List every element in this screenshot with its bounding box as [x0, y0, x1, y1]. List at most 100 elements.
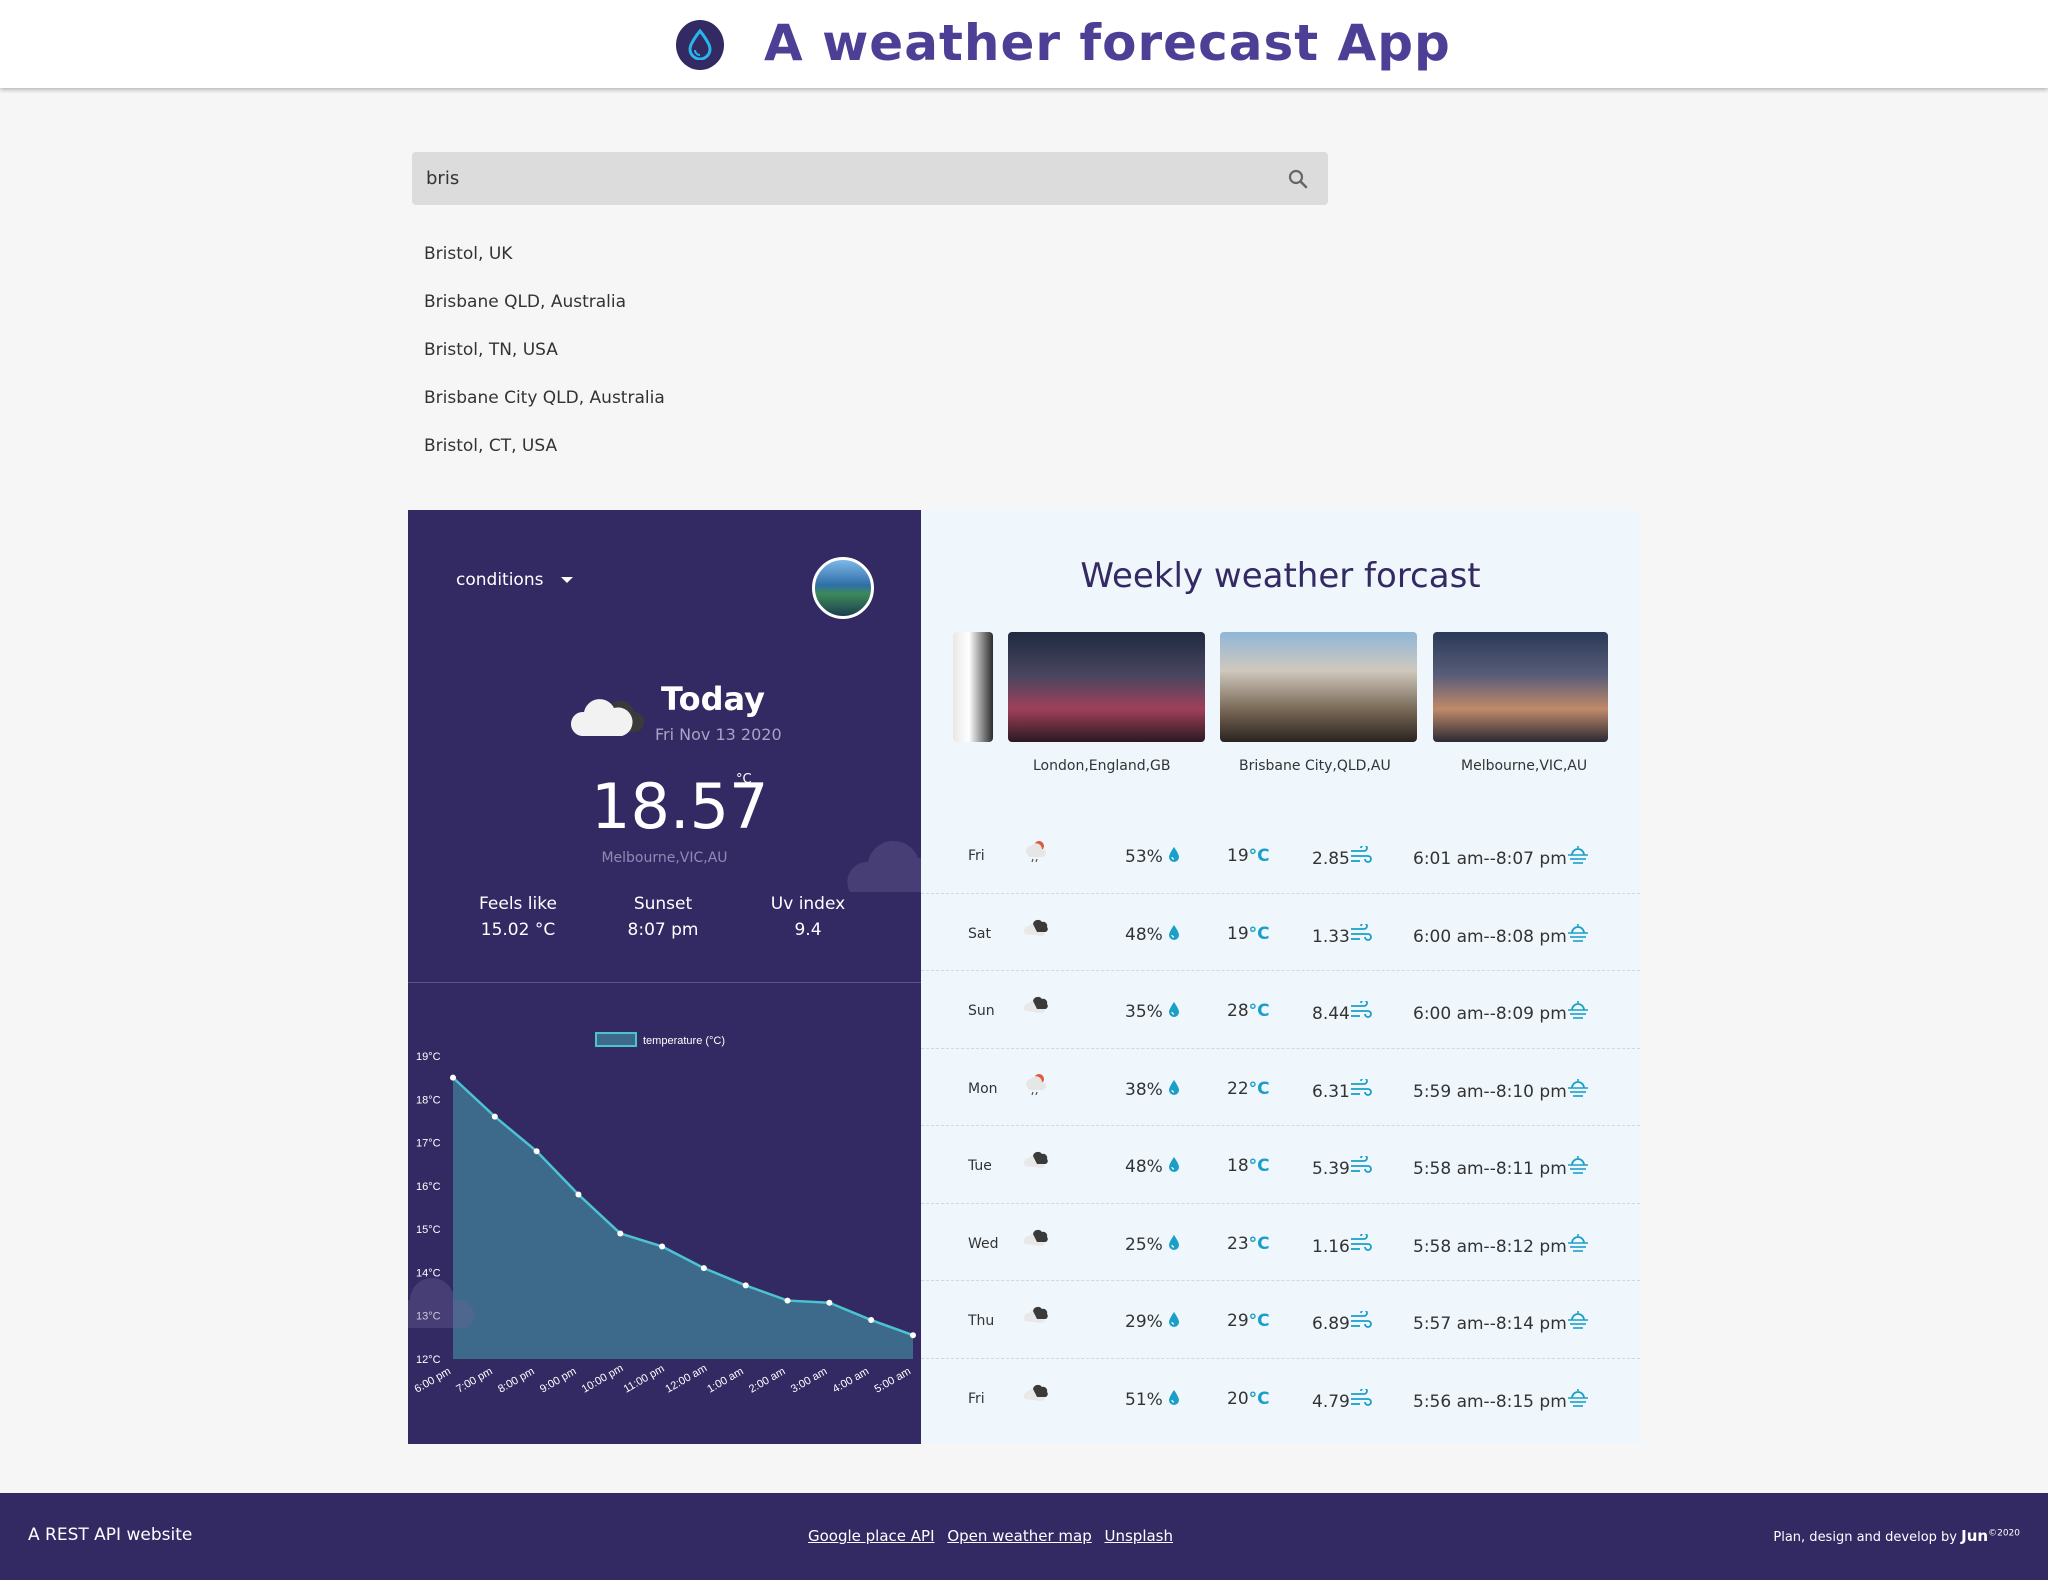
- forecast-sun: 5:58 am--8:12 pm: [1413, 1233, 1589, 1257]
- suggestion-item[interactable]: Bristol, UK: [424, 242, 665, 290]
- suggestion-item[interactable]: Bristol, CT, USA: [424, 434, 665, 482]
- wind-value: 1.33: [1312, 926, 1350, 947]
- temperature-point: [617, 1230, 624, 1237]
- x-tick-label: 8:00 pm: [496, 1365, 536, 1395]
- y-tick-label: 17°C: [416, 1138, 441, 1150]
- conditions-dropdown-label: conditions: [456, 570, 544, 590]
- humidity-drop-icon: [1168, 847, 1180, 867]
- brand-name: Jun: [1961, 1527, 1989, 1545]
- forecast-day: Tue: [968, 1158, 992, 1174]
- google-place-api-link[interactable]: Google place API: [808, 1527, 935, 1545]
- temperature-point: [826, 1299, 833, 1306]
- celsius-icon: °C: [1248, 1388, 1270, 1409]
- background-cloud-icon: [408, 1278, 474, 1328]
- stat-value: 9.4: [794, 920, 822, 940]
- humidity-value: 53%: [1125, 847, 1163, 867]
- sunrise-sunset-value: 5:59 am--8:10 pm: [1413, 1081, 1567, 1102]
- humidity-drop-icon: [1168, 924, 1180, 945]
- forecast-wind: 5.39: [1312, 1154, 1372, 1179]
- forecast-wind: 8.44: [1312, 999, 1372, 1024]
- legend-swatch: [595, 1032, 637, 1047]
- temp-value: 20: [1227, 1388, 1249, 1409]
- forecast-sun: 5:57 am--8:14 pm: [1413, 1311, 1589, 1334]
- cloud-icon: [1021, 993, 1051, 1020]
- humidity-value: 29%: [1125, 1312, 1163, 1332]
- temperature-unit: °C: [736, 772, 752, 787]
- suggestion-item[interactable]: Bristol, TN, USA: [424, 338, 665, 386]
- stat-value: 8:07 pm: [627, 920, 699, 940]
- conditions-dropdown[interactable]: conditions: [456, 570, 574, 590]
- forecast-humidity: 29%: [1125, 1311, 1180, 1332]
- footer-links: Google place API Open weather map Unspla…: [808, 1527, 1181, 1545]
- copyright-year: ©2020: [1988, 1528, 2020, 1539]
- today-date: Fri Nov 13 2020: [655, 725, 782, 744]
- celsius-icon: °C: [1248, 1156, 1270, 1176]
- humidity-value: 25%: [1125, 1234, 1163, 1255]
- forecast-temp: 19°C: [1227, 846, 1270, 866]
- humidity-drop-icon: [1168, 1157, 1180, 1177]
- y-tick-label: 16°C: [416, 1181, 441, 1193]
- sunrise-sunset-value: 5:58 am--8:12 pm: [1413, 1236, 1567, 1257]
- wind-value: 8.44: [1312, 1004, 1350, 1024]
- forecast-day: Mon: [968, 1080, 998, 1097]
- city-photo-london[interactable]: [1008, 632, 1205, 742]
- city-photo-partial[interactable]: [953, 632, 993, 742]
- forecast-humidity: 25%: [1125, 1234, 1180, 1255]
- city-photo-brisbane[interactable]: [1220, 632, 1417, 742]
- forecast-day: Fri: [968, 848, 985, 864]
- sunrise-icon: [1567, 846, 1589, 869]
- humidity-value: 38%: [1125, 1079, 1163, 1100]
- app-header: A weather forecast App: [0, 0, 2048, 88]
- stat-label: Uv index: [770, 894, 846, 914]
- forecast-sun: 6:00 am--8:08 pm: [1413, 923, 1589, 947]
- forecast-humidity: 51%: [1125, 1389, 1180, 1410]
- suggestion-item[interactable]: Brisbane QLD, Australia: [424, 290, 665, 338]
- suggestion-item[interactable]: Brisbane City QLD, Australia: [424, 386, 665, 434]
- unsplash-link[interactable]: Unsplash: [1105, 1527, 1174, 1545]
- x-tick-label: 2:00 am: [747, 1365, 787, 1395]
- y-tick-label: 12°C: [416, 1354, 441, 1366]
- footer-credit: Plan, design and develop by Jun©2020: [1773, 1527, 2020, 1545]
- forecast-table: Fri 53% 19°C 2.85 6:01 am--8:07 pm Sat 48% 19…: [921, 816, 1640, 1436]
- temperature-chart: temperature (°C)12°C13°C14°C15°C16°C17°C…: [413, 1032, 916, 1396]
- forecast-row: Sun 35% 28°C 8.44 6:00 am--8:09 pm: [921, 971, 1640, 1049]
- sunrise-icon: [1567, 1078, 1589, 1102]
- forecast-temp: 18°C: [1227, 1156, 1270, 1176]
- city-photo-avatar[interactable]: [812, 557, 874, 619]
- stat-label: Feels like: [479, 894, 557, 914]
- temperature-area: [453, 1077, 913, 1359]
- forecast-sun: 6:00 am--8:09 pm: [1413, 1001, 1589, 1024]
- temp-value: 23: [1227, 1233, 1249, 1254]
- y-tick-label: 18°C: [416, 1094, 441, 1106]
- forecast-row: Wed 25% 23°C 1.16 5:58 am--8:12 pm: [921, 1204, 1640, 1281]
- current-stats: Feels like 15.02 °C Sunset 8:07 pm Uv in…: [448, 894, 878, 940]
- forecast-temp: 20°C: [1227, 1389, 1270, 1409]
- forecast-humidity: 53%: [1125, 846, 1180, 867]
- humidity-value: 51%: [1125, 1389, 1163, 1410]
- search-icon[interactable]: [1286, 167, 1310, 191]
- forecast-row: Fri 51% 20°C 4.79 5:56 am--8:15 pm: [921, 1359, 1640, 1437]
- humidity-drop-icon: [1168, 1002, 1180, 1022]
- celsius-icon: °C: [1248, 1311, 1270, 1331]
- temperature-point: [742, 1282, 749, 1289]
- search-input[interactable]: [426, 162, 1246, 195]
- wind-icon: [1350, 1076, 1372, 1102]
- weekly-forecast-panel: Weekly weather forcast London,England,GB…: [921, 510, 1640, 1444]
- city-photo-melbourne[interactable]: [1433, 632, 1608, 742]
- wind-icon: [1350, 1154, 1372, 1179]
- forecast-day: Thu: [968, 1313, 995, 1329]
- forecast-row: Mon 38% 22°C 6.31 5:59 am--8:10 pm: [921, 1049, 1640, 1126]
- temp-value: 19: [1227, 846, 1249, 866]
- forecast-humidity: 38%: [1125, 1079, 1180, 1100]
- temp-value: 18: [1227, 1156, 1249, 1176]
- x-tick-label: 1:00 am: [705, 1365, 745, 1395]
- x-tick-label: 7:00 pm: [454, 1365, 494, 1395]
- forecast-wind: 4.79: [1312, 1386, 1372, 1412]
- wind-value: 4.79: [1312, 1391, 1350, 1412]
- footer-tagline: A REST API website: [28, 1525, 193, 1545]
- open-weather-map-link[interactable]: Open weather map: [947, 1527, 1091, 1545]
- stat-label: Sunset: [633, 894, 693, 914]
- sunrise-icon: [1567, 923, 1589, 947]
- temperature-point: [910, 1332, 916, 1339]
- forecast-day: Sun: [968, 1003, 995, 1019]
